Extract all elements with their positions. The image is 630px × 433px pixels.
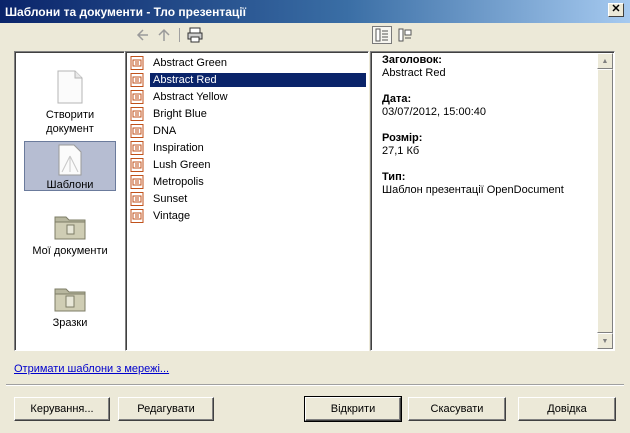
scroll-up-button[interactable]: ▲	[597, 53, 613, 69]
list-item-label: Abstract Red	[149, 71, 367, 88]
help-button[interactable]: Довідка	[518, 397, 616, 421]
category-label: Створити документ	[45, 109, 95, 135]
manage-button[interactable]: Керування...	[14, 397, 110, 421]
presentation-template-icon	[130, 157, 144, 172]
list-item[interactable]: Vintage	[128, 207, 366, 224]
toolbar-separator	[179, 28, 180, 42]
info-size-label: Розмір:	[382, 132, 423, 144]
details-view-icon	[375, 28, 388, 42]
category-label: Шаблони	[46, 179, 94, 191]
category-my-documents[interactable]: Мої документи	[24, 212, 116, 258]
samples-folder-icon	[54, 288, 86, 312]
info-type-label: Тип:	[382, 171, 406, 183]
presentation-template-icon	[130, 72, 144, 87]
list-item[interactable]: Abstract Yellow	[128, 88, 366, 105]
list-item-label: Inspiration	[153, 141, 204, 154]
list-item[interactable]: Sunset	[128, 190, 366, 207]
cancel-button[interactable]: Скасувати	[408, 397, 506, 421]
edit-button[interactable]: Редагувати	[118, 397, 214, 421]
list-item[interactable]: Metropolis	[128, 173, 366, 190]
list-item-label: Abstract Green	[153, 56, 227, 69]
info-date-label: Дата:	[382, 93, 412, 105]
category-label: Зразки	[52, 317, 88, 329]
presentation-template-icon	[130, 140, 144, 155]
category-label: Мої документи	[32, 245, 108, 257]
scroll-thumb[interactable]	[597, 69, 613, 333]
up-button[interactable]	[155, 26, 173, 44]
scroll-down-button[interactable]: ▼	[597, 333, 613, 349]
up-arrow-icon	[158, 28, 170, 41]
my-documents-folder-icon	[54, 216, 86, 240]
vertical-scrollbar[interactable]: ▲ ▼	[597, 53, 613, 349]
back-arrow-icon	[136, 29, 148, 41]
preview-view-icon	[398, 28, 412, 42]
list-item[interactable]: Bright Blue	[128, 105, 366, 122]
list-item-label: Sunset	[153, 192, 188, 205]
list-item[interactable]: Abstract Green	[128, 54, 366, 71]
close-button[interactable]: ✕	[608, 3, 624, 17]
list-item[interactable]: Inspiration	[128, 139, 366, 156]
get-templates-online-link[interactable]: Отримати шаблони з мережі...	[14, 363, 169, 375]
title-bar: Шаблони та документи - Тло презентації ✕	[0, 0, 630, 23]
list-item-label: Metropolis	[153, 175, 204, 188]
list-item-label: Vintage	[153, 209, 191, 222]
category-new-document[interactable]: Створити документ	[24, 70, 116, 136]
presentation-template-icon	[130, 123, 144, 138]
print-button[interactable]	[186, 26, 204, 44]
divider	[6, 384, 624, 386]
list-item[interactable]: DNA	[128, 122, 366, 139]
list-item[interactable]: Abstract Red	[128, 71, 367, 88]
presentation-template-icon	[130, 174, 144, 189]
info-date-value: 03/07/2012, 15:00:40	[382, 106, 486, 118]
info-size-value: 27,1 Кб	[382, 145, 420, 157]
printer-icon	[187, 27, 203, 43]
template-list: Abstract Green Abstract Red Abstract Yel…	[125, 51, 369, 351]
new-document-icon	[57, 70, 83, 104]
presentation-template-icon	[130, 55, 144, 70]
preview-view-button[interactable]	[395, 26, 415, 44]
templates-icon	[58, 144, 82, 176]
category-templates[interactable]: Шаблони	[24, 141, 116, 191]
list-item[interactable]: Lush Green	[128, 156, 366, 173]
list-item-label: Abstract Yellow	[153, 90, 228, 103]
info-title-label: Заголовок:	[382, 54, 442, 66]
presentation-template-icon	[130, 106, 144, 121]
category-panel: Створити документ Шаблони Мої документи	[14, 51, 125, 351]
document-info-panel: Заголовок: Abstract Red Дата: 03/07/2012…	[370, 51, 615, 351]
presentation-template-icon	[130, 208, 144, 223]
category-samples[interactable]: Зразки	[24, 284, 116, 330]
open-button[interactable]: Відкрити	[304, 396, 402, 422]
list-item-label: Bright Blue	[153, 107, 207, 120]
info-type-value: Шаблон презентації OpenDocument	[382, 184, 564, 196]
list-item-label: Lush Green	[153, 158, 211, 171]
presentation-template-icon	[130, 89, 144, 104]
info-title-value: Abstract Red	[382, 67, 446, 79]
window-title: Шаблони та документи - Тло презентації	[5, 4, 246, 19]
presentation-template-icon	[130, 191, 144, 206]
list-item-label: DNA	[153, 124, 177, 137]
details-view-button[interactable]	[372, 26, 392, 44]
back-button[interactable]	[133, 26, 151, 44]
